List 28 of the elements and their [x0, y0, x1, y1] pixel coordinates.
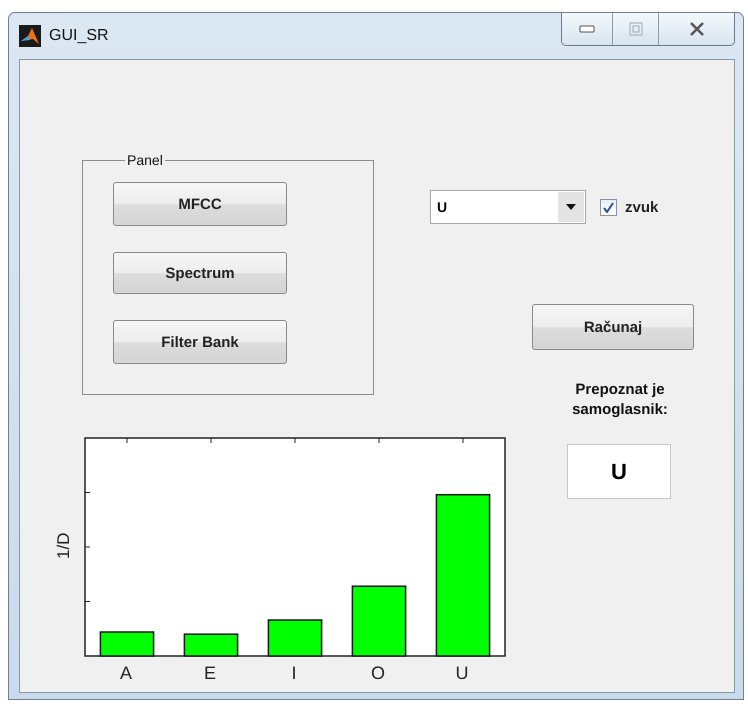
bar — [352, 586, 406, 657]
minimize-button[interactable] — [562, 13, 612, 45]
panel-button[interactable]: Spectrum — [113, 252, 287, 294]
panel-button[interactable]: MFCC — [113, 182, 287, 226]
panel-title: Panel — [126, 152, 164, 168]
axis-label: I — [290, 663, 298, 684]
close-icon — [688, 22, 704, 36]
compute-button[interactable]: Računaj — [532, 304, 694, 350]
close-button[interactable] — [658, 13, 734, 45]
y-axis-label: 1/D — [53, 532, 74, 562]
result-value: U — [567, 444, 671, 499]
axis-label: U — [454, 663, 470, 684]
app-icon — [19, 25, 41, 47]
axis-label: A — [118, 663, 133, 684]
minimize-icon — [579, 25, 595, 33]
maximize-icon — [628, 22, 642, 36]
bar — [268, 619, 322, 657]
vowel-dropdown[interactable]: U — [430, 190, 586, 224]
bar — [100, 631, 154, 657]
axis-label: E — [202, 663, 217, 684]
window-title: GUI_SR — [49, 27, 109, 45]
panel-button[interactable]: Filter Bank — [113, 320, 287, 364]
sound-checkbox[interactable]: zvuk — [600, 198, 658, 216]
caret-icon — [566, 204, 576, 210]
bar — [184, 633, 238, 657]
axis-label: O — [370, 663, 386, 684]
result-label: Prepoznat je samoglasnik: — [571, 380, 669, 420]
checkmark-icon — [603, 202, 614, 212]
